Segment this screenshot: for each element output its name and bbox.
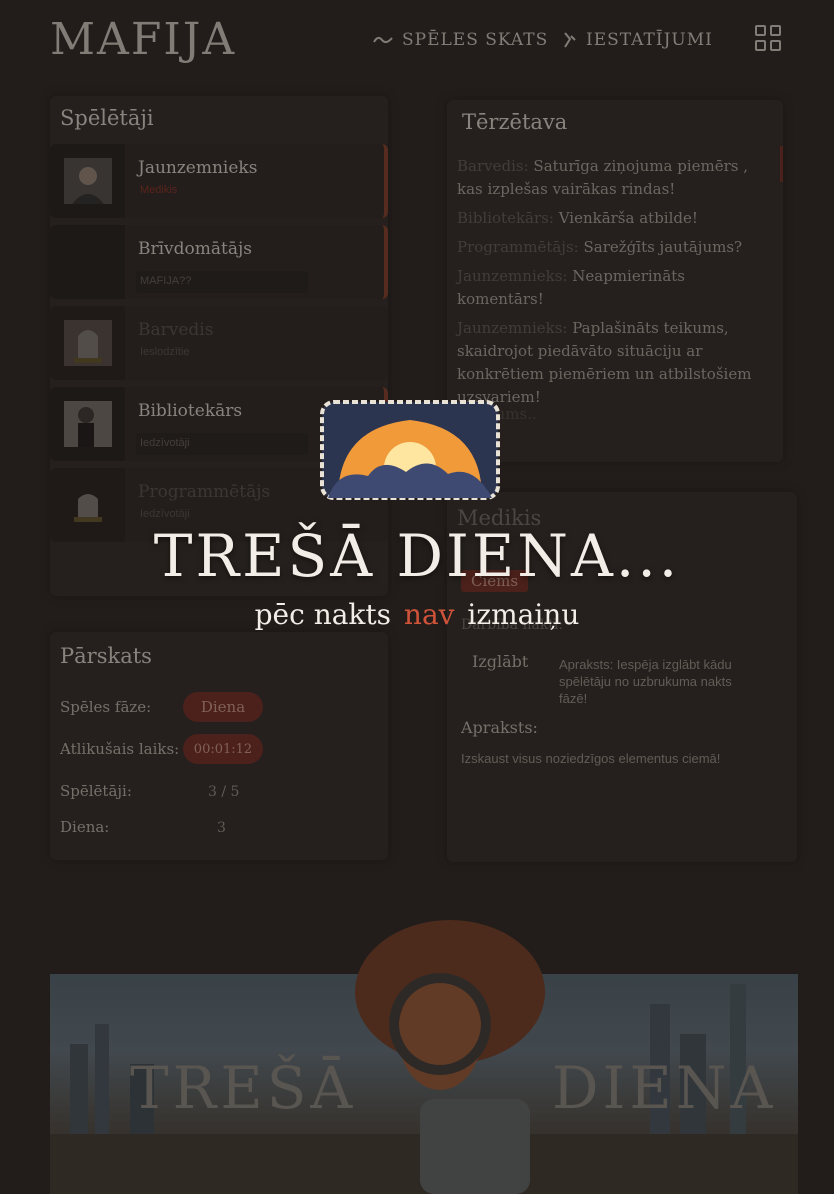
sunrise-icon [320, 400, 500, 500]
overlay-subtitle: pēc nakts nav izmaiņu [0, 598, 834, 631]
overlay-sub-highlight: nav [403, 598, 455, 631]
overlay-dim [0, 0, 834, 1194]
overlay-sub-after: izmaiņu [467, 598, 580, 631]
overlay-sub-before: pēc nakts [254, 598, 392, 631]
overlay-title: TREŠĀ DIENA... [153, 522, 681, 590]
